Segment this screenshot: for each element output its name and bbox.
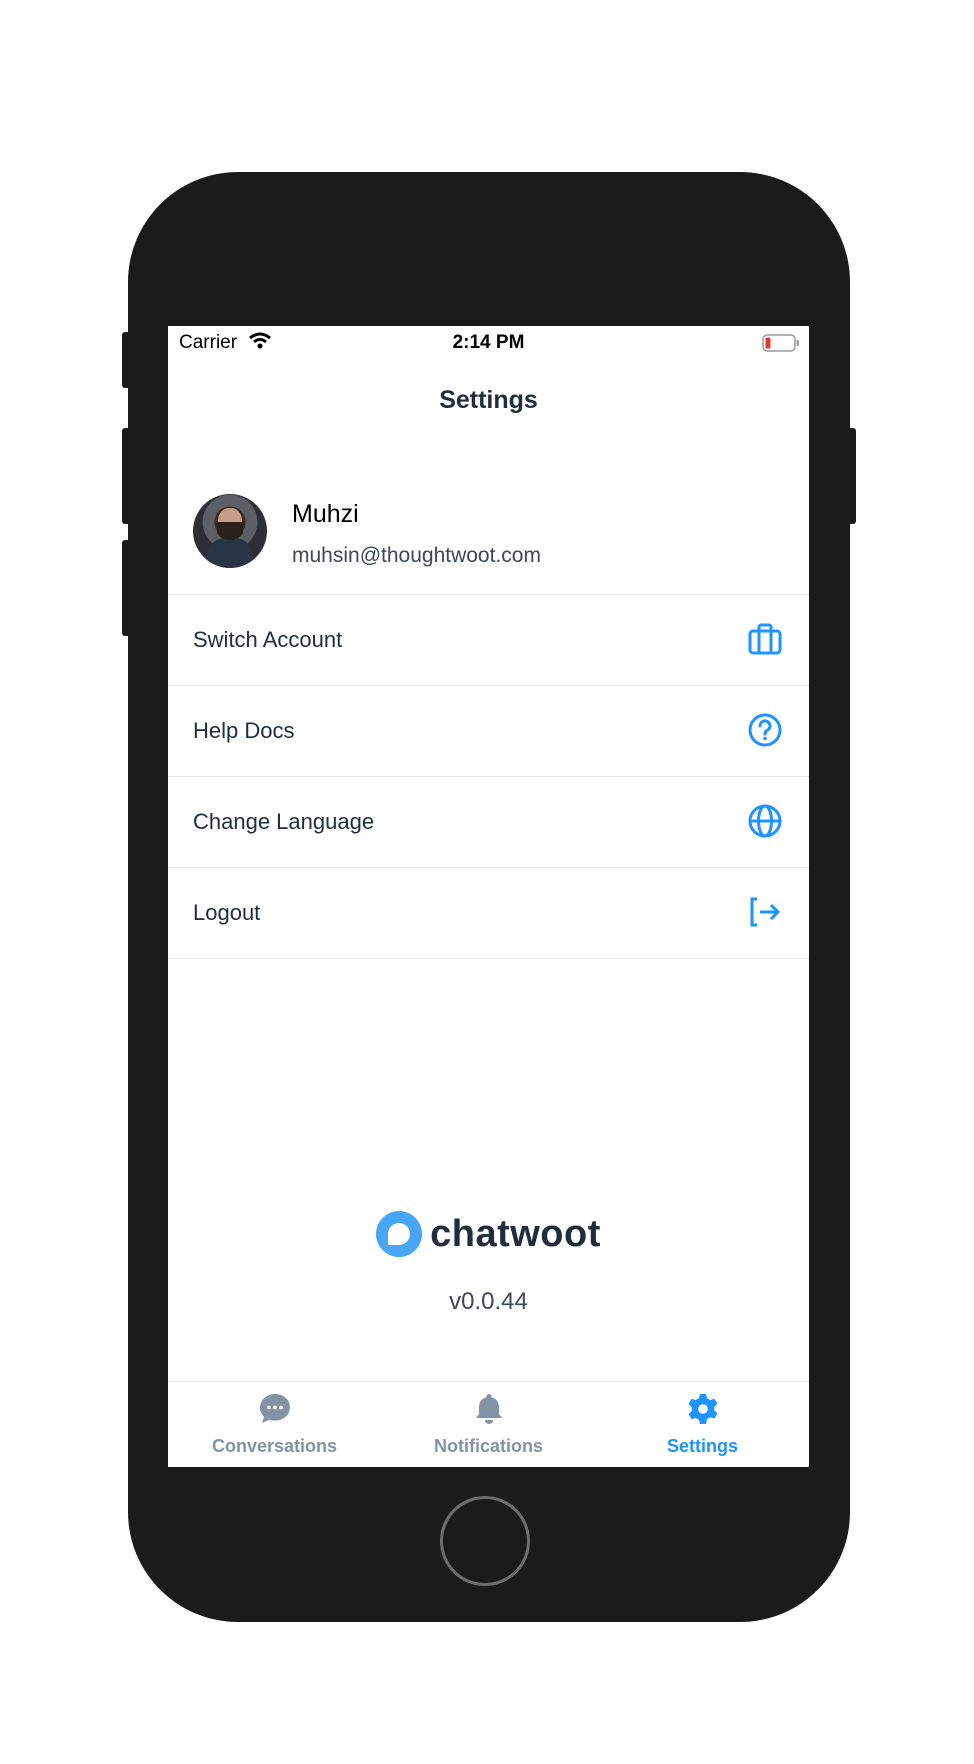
page-title: Settings [439, 386, 538, 414]
bell-icon [475, 1394, 502, 1424]
globe-icon [748, 804, 782, 838]
app-version: v0.0.44 [449, 1288, 528, 1315]
help-docs-item[interactable]: Help Docs [168, 686, 809, 777]
chatwoot-logo-icon [376, 1211, 423, 1257]
briefcase-icon [748, 623, 782, 655]
status-time: 2:14 PM [452, 332, 525, 353]
profile-email: muhsin@thoughtwoot.com [292, 544, 541, 567]
status-bar: Carrier 2:14 PM [168, 326, 809, 358]
brand-name: chatwoot [430, 1212, 601, 1255]
mute-switch [122, 332, 132, 388]
tab-bar: Conversations Notifications Settings [168, 1381, 809, 1467]
app-screen: Carrier 2:14 PM Settings Muhzi muhsin@th… [168, 326, 809, 1467]
tab-notifications[interactable]: Notifications [382, 1382, 595, 1467]
menu-item-label: Change Language [193, 809, 375, 834]
switch-account-item[interactable]: Switch Account [168, 595, 809, 686]
power-button [846, 428, 856, 524]
profile-name: Muhzi [292, 500, 359, 528]
menu-item-label: Logout [193, 900, 261, 925]
battery-icon [762, 334, 799, 352]
logout-icon [750, 897, 781, 927]
tab-settings[interactable]: Settings [596, 1382, 809, 1467]
avatar [193, 494, 267, 568]
change-language-item[interactable]: Change Language [168, 777, 809, 868]
profile-card: Muhzi muhsin@thoughtwoot.com [168, 468, 809, 595]
tab-label: Settings [666, 1436, 738, 1456]
help-circle-icon [748, 713, 782, 747]
menu-item-label: Help Docs [193, 718, 295, 743]
logout-item[interactable]: Logout [168, 868, 809, 959]
menu-item-label: Switch Account [193, 627, 343, 652]
home-button[interactable] [440, 1496, 530, 1586]
gear-icon [688, 1394, 717, 1424]
tab-conversations[interactable]: Conversations [168, 1382, 381, 1467]
volume-down-button [122, 540, 132, 636]
tab-label: Notifications [433, 1436, 543, 1456]
tab-label: Conversations [211, 1436, 338, 1456]
volume-up-button [122, 428, 132, 524]
brand-logo-row: chatwoot [168, 1211, 809, 1261]
chat-bubble-icon [259, 1394, 290, 1423]
